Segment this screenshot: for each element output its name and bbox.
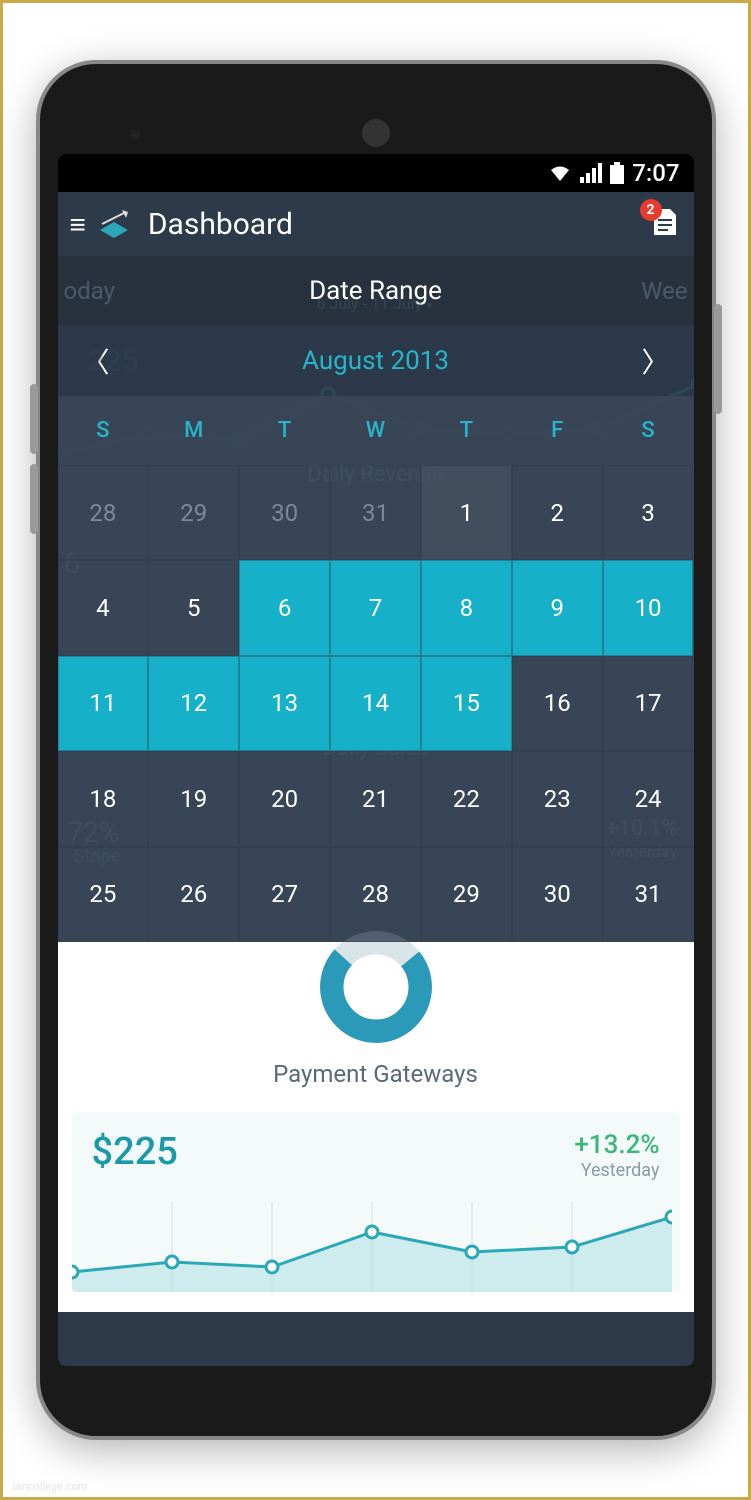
gateway-section: Payment Gateways [58, 942, 694, 1098]
bottom-panel: Payment Gateways $225 +13.2% Yesterday [58, 942, 694, 1312]
calendar-day[interactable]: 7 [330, 560, 421, 655]
weekday-label: S [58, 396, 149, 465]
weekday-label: M [148, 396, 239, 465]
calendar-day[interactable]: 8 [421, 560, 512, 655]
calendar-day[interactable]: 30 [239, 465, 330, 560]
calendar-day[interactable]: 31 [330, 465, 421, 560]
calendar-day[interactable]: 6 [239, 560, 330, 655]
weekday-label: W [330, 396, 421, 465]
calendar: SMTWTFS Daily Revenue 6 Daily Sales 72% … [58, 396, 694, 942]
calendar-day[interactable]: 5 [148, 560, 239, 655]
app-logo-icon [96, 206, 132, 242]
wifi-icon [548, 163, 572, 183]
next-month-button[interactable]: 〉 [641, 341, 669, 381]
calendar-day[interactable]: 20 [239, 751, 330, 846]
calendar-day[interactable]: 31 [603, 847, 694, 942]
app-header: ≡ Dashboard 2 [58, 192, 694, 256]
calendar-day[interactable]: 28 [58, 465, 149, 560]
battery-icon [610, 162, 624, 184]
calendar-day[interactable]: 29 [421, 847, 512, 942]
calendar-grid: Daily Revenue 6 Daily Sales 72% Stripe +… [58, 465, 694, 942]
calendar-day[interactable]: 26 [148, 847, 239, 942]
calendar-day[interactable]: 15 [421, 656, 512, 751]
status-time: 7:07 [632, 159, 679, 187]
calendar-day[interactable]: 4 [58, 560, 149, 655]
app-title: Dashboard [148, 207, 293, 242]
calendar-day[interactable]: 3 [603, 465, 694, 560]
ghost-amount: 225 [88, 344, 139, 379]
faint-range-label: 6 July - 11 July [317, 294, 435, 313]
weekday-label: T [239, 396, 330, 465]
revenue-card[interactable]: $225 +13.2% Yesterday [72, 1112, 680, 1292]
calendar-day[interactable]: 21 [330, 751, 421, 846]
calendar-day[interactable]: 2 [512, 465, 603, 560]
calendar-day[interactable]: 28 [330, 847, 421, 942]
calendar-day[interactable]: 11 [58, 656, 149, 751]
month-label[interactable]: August 2013 [302, 346, 449, 376]
calendar-day[interactable]: 17 [603, 656, 694, 751]
calendar-day[interactable]: 29 [148, 465, 239, 560]
weekday-label: S [603, 396, 694, 465]
month-navigator: 225 〈 August 2013 〉 [58, 326, 694, 396]
status-bar: 7:07 [58, 154, 694, 192]
revenue-sparkline [72, 1202, 672, 1292]
gateway-label: Payment Gateways [273, 1060, 478, 1088]
notification-badge: 2 [640, 199, 662, 221]
calendar-day[interactable]: 1 [421, 465, 512, 560]
revenue-change-pct: +13.2% [574, 1130, 659, 1160]
calendar-day[interactable]: 23 [512, 751, 603, 846]
menu-icon[interactable]: ≡ [70, 208, 86, 241]
calendar-day[interactable]: 22 [421, 751, 512, 846]
weekday-header: SMTWTFS [58, 396, 694, 465]
revenue-amount: $225 [92, 1130, 178, 1174]
calendar-day[interactable]: 30 [512, 847, 603, 942]
revenue-change-label: Yesterday [574, 1160, 659, 1181]
watermark: iancollege.com [13, 1480, 88, 1493]
tab-today[interactable]: oday [64, 277, 115, 305]
calendar-day[interactable]: 27 [239, 847, 330, 942]
signal-icon [580, 163, 602, 183]
tab-bar: oday Date Range Wee 6 July - 11 July [58, 256, 694, 326]
calendar-day[interactable]: 14 [330, 656, 421, 751]
calendar-day[interactable]: 16 [512, 656, 603, 751]
calendar-day[interactable]: 25 [58, 847, 149, 942]
weekday-label: T [421, 396, 512, 465]
calendar-day[interactable]: 19 [148, 751, 239, 846]
calendar-day[interactable]: 10 [603, 560, 694, 655]
calendar-day[interactable]: 13 [239, 656, 330, 751]
tab-week[interactable]: Wee [641, 277, 687, 305]
calendar-day[interactable]: 18 [58, 751, 149, 846]
calendar-day[interactable]: 12 [148, 656, 239, 751]
notifications-button[interactable]: 2 [648, 205, 682, 243]
calendar-day[interactable]: 9 [512, 560, 603, 655]
calendar-day[interactable]: 24 [603, 751, 694, 846]
weekday-label: F [512, 396, 603, 465]
